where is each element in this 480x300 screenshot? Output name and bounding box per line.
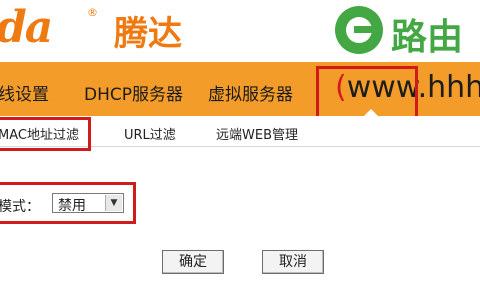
- highlight-box-mode: [0, 182, 136, 224]
- ok-button[interactable]: 确定: [162, 250, 224, 274]
- watermark-text: 路由: [391, 17, 464, 58]
- brand-logo-text: da: [0, 2, 53, 53]
- watermark-logo-icon: [335, 6, 383, 54]
- nav-item-wan-settings[interactable]: 线设置: [0, 80, 49, 105]
- highlight-box-mac-filter: [0, 117, 91, 151]
- registered-mark: ®: [87, 6, 98, 19]
- subtab-remote-web[interactable]: 远端WEB管理: [216, 124, 298, 143]
- cancel-button[interactable]: 取消: [262, 250, 324, 274]
- watermark-badge: 路由: [327, 2, 477, 62]
- nav-item-dhcp-server[interactable]: DHCP服务器: [84, 80, 183, 105]
- subtab-url-filter[interactable]: URL过滤: [124, 124, 176, 143]
- brand-header: da ® 腾达 路由: [0, 0, 480, 62]
- brand-name-cn: 腾达: [114, 14, 182, 54]
- nav-item-virtual-server[interactable]: 虚拟服务器: [208, 80, 293, 105]
